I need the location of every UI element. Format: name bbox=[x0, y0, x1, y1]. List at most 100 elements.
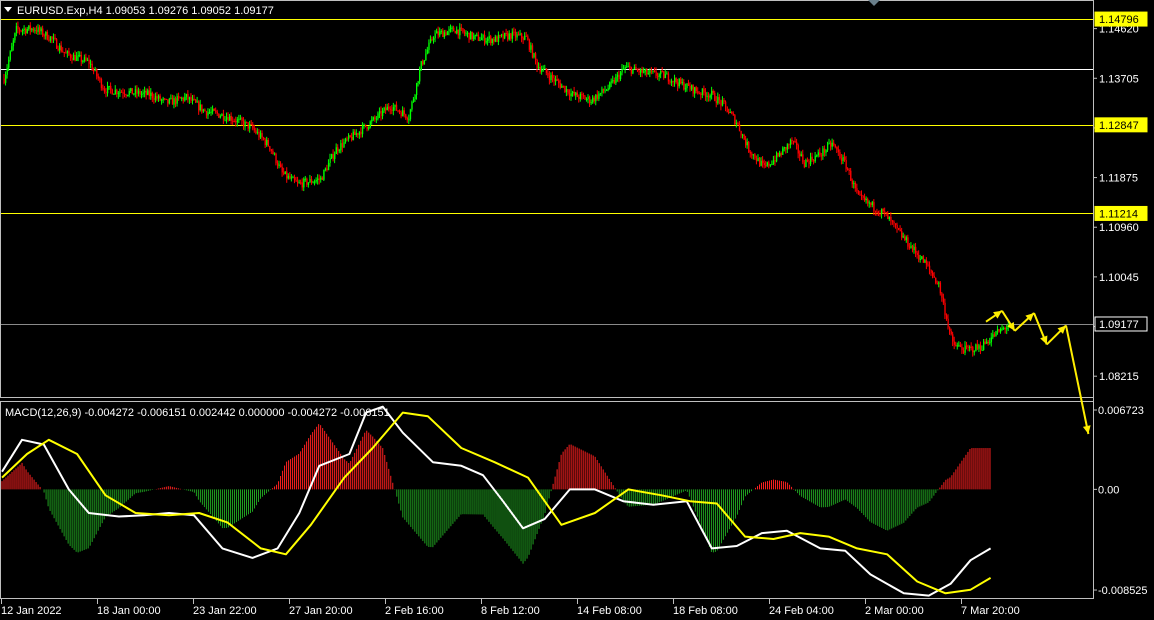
candle-body bbox=[534, 53, 537, 60]
candle-body bbox=[655, 71, 657, 76]
candle-body bbox=[412, 98, 415, 102]
candle-body bbox=[76, 56, 78, 61]
scroll-marker-icon[interactable] bbox=[868, 0, 880, 6]
candle-body bbox=[539, 67, 541, 72]
candle-body bbox=[510, 33, 512, 39]
candle-body bbox=[752, 154, 755, 156]
candle-body bbox=[77, 55, 79, 57]
candle-body bbox=[564, 85, 566, 93]
candle-body bbox=[470, 31, 472, 40]
candle-body bbox=[334, 154, 336, 160]
candle-body bbox=[887, 213, 889, 220]
candle-body bbox=[99, 78, 101, 80]
candle-body bbox=[536, 59, 538, 68]
candle-body bbox=[857, 190, 860, 195]
candle-body bbox=[547, 72, 549, 76]
candle-body bbox=[259, 133, 262, 138]
candle-body bbox=[834, 144, 837, 148]
trading-chart[interactable]: 1.146201.137051.127901.118751.109601.100… bbox=[0, 0, 1154, 620]
symbol-dropdown-icon[interactable] bbox=[4, 7, 12, 12]
candle-body bbox=[255, 130, 257, 134]
candle-body bbox=[853, 182, 855, 185]
candle-body bbox=[610, 81, 612, 83]
candle-body bbox=[487, 38, 489, 41]
candle-body bbox=[94, 69, 96, 71]
time-tick-label: 14 Feb 08:00 bbox=[577, 605, 642, 617]
candle-body bbox=[337, 147, 339, 152]
candle-body bbox=[96, 69, 98, 77]
candle-body bbox=[694, 87, 696, 94]
candle-body bbox=[236, 119, 239, 123]
candle-body bbox=[763, 162, 765, 166]
candle-body bbox=[358, 131, 361, 135]
candle-body bbox=[63, 51, 66, 53]
candle-body bbox=[329, 158, 331, 163]
candle-body bbox=[229, 116, 231, 121]
candle-body bbox=[374, 117, 376, 119]
candle-body bbox=[623, 68, 625, 70]
candle-body bbox=[799, 153, 801, 157]
candle-body bbox=[162, 98, 164, 100]
candle-body bbox=[935, 277, 937, 283]
candle-body bbox=[369, 121, 371, 128]
macd-info: MACD(12,26,9) -0.004272 -0.006151 0.0024… bbox=[5, 407, 390, 419]
candle-body bbox=[191, 98, 194, 101]
candle-body bbox=[287, 175, 290, 179]
candle-body bbox=[782, 148, 784, 155]
candle-body bbox=[592, 97, 594, 103]
candle-body bbox=[930, 269, 932, 273]
candle-body bbox=[905, 237, 908, 241]
candle-body bbox=[35, 30, 38, 32]
candle-body bbox=[919, 258, 921, 260]
candle-body bbox=[867, 198, 869, 204]
candle-body bbox=[551, 74, 554, 79]
candle-body bbox=[575, 92, 577, 96]
candle-body bbox=[68, 51, 70, 55]
candle-body bbox=[528, 39, 531, 50]
candle-body bbox=[454, 31, 456, 34]
candle-body bbox=[942, 297, 945, 303]
candle-body bbox=[14, 33, 16, 41]
candle-body bbox=[615, 76, 617, 84]
candle-body bbox=[922, 256, 925, 263]
candle-body bbox=[476, 34, 478, 36]
candle-body bbox=[538, 67, 540, 69]
candle-body bbox=[732, 113, 735, 116]
candle-body bbox=[43, 35, 45, 37]
candle-body bbox=[196, 101, 198, 103]
candle-body bbox=[805, 159, 807, 167]
candle-body bbox=[348, 135, 350, 140]
candle-body bbox=[419, 69, 421, 82]
candle-body bbox=[23, 28, 25, 30]
candle-body bbox=[190, 97, 192, 101]
candle-body bbox=[124, 93, 126, 95]
candle-body bbox=[445, 32, 447, 36]
candle-body bbox=[32, 28, 35, 31]
candle-body bbox=[584, 96, 586, 100]
candle-body bbox=[49, 36, 52, 41]
candle-body bbox=[975, 344, 977, 352]
price-tick-label: 1.13705 bbox=[1099, 73, 1139, 85]
candle-body bbox=[712, 90, 714, 93]
candle-body bbox=[908, 246, 911, 249]
candle-body bbox=[187, 94, 189, 100]
candle-body bbox=[391, 109, 393, 111]
level-price-label: 1.11214 bbox=[1099, 208, 1138, 220]
candle-body bbox=[488, 36, 490, 39]
candle-body bbox=[677, 82, 679, 87]
candle-body bbox=[644, 69, 646, 72]
candle-body bbox=[39, 27, 41, 32]
candle-body bbox=[178, 96, 180, 98]
candle-body bbox=[497, 34, 500, 42]
candle-body bbox=[144, 90, 146, 93]
candle-body bbox=[964, 345, 966, 353]
time-tick-label: 12 Jan 2022 bbox=[1, 605, 62, 617]
candle-body bbox=[723, 100, 725, 102]
candle-body bbox=[725, 101, 727, 107]
candle-body bbox=[422, 61, 424, 65]
candle-body bbox=[361, 125, 364, 135]
candle-body bbox=[657, 75, 659, 77]
candle-body bbox=[789, 139, 792, 145]
candle-body bbox=[310, 179, 313, 183]
candle-body bbox=[425, 53, 427, 61]
